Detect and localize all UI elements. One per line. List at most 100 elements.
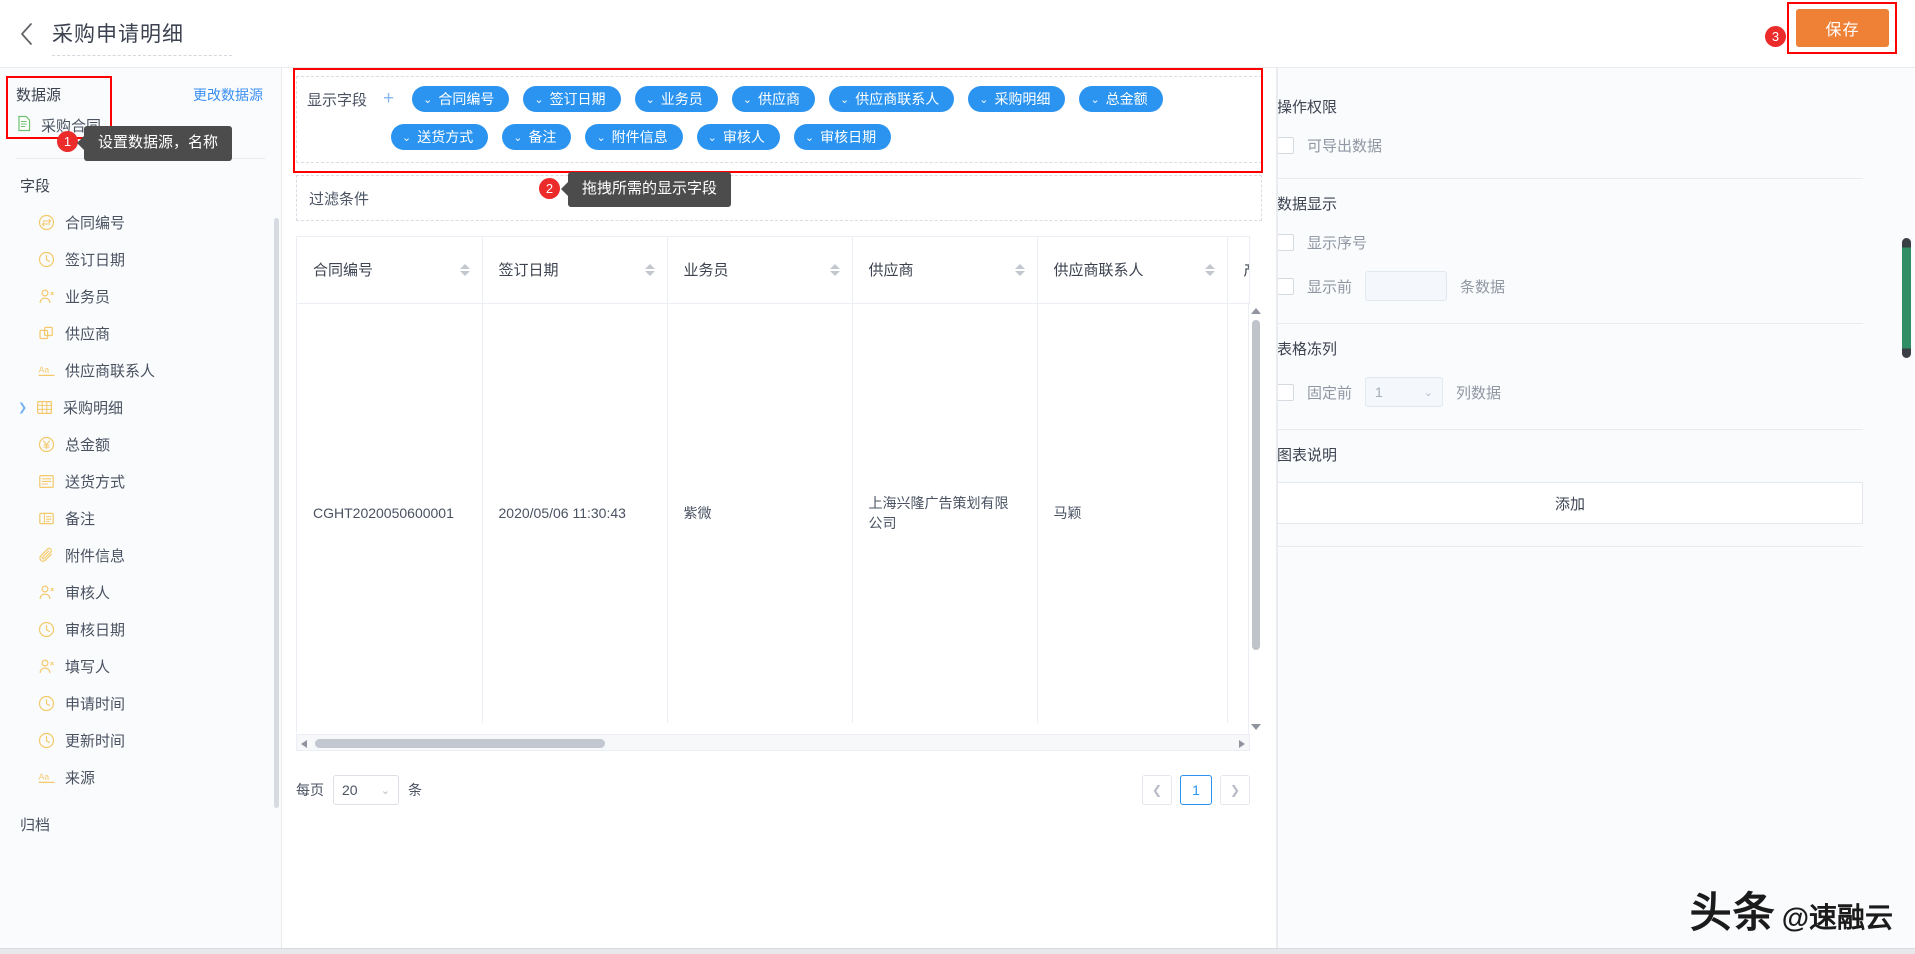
scroll-down-arrow-icon[interactable] <box>1251 724 1261 730</box>
settings-row-label: 显示前 <box>1307 278 1353 296</box>
table-horizontal-scrollbar[interactable] <box>296 734 1250 751</box>
sort-toggle-icon[interactable] <box>459 263 470 276</box>
field-item[interactable]: 供应商 <box>0 315 281 352</box>
field-item[interactable]: 业务员 <box>0 278 281 315</box>
checkbox[interactable] <box>1277 234 1294 251</box>
table-column-header[interactable]: 供应商联系人 <box>1037 237 1228 304</box>
table-vertical-scrollbar[interactable] <box>1248 304 1262 734</box>
display-field-chip[interactable]: ⌄ 签订日期 <box>523 86 621 112</box>
field-item[interactable]: 审核人 <box>0 574 281 611</box>
page-size-select[interactable]: 20 ⌄ <box>333 775 399 805</box>
table-column-header[interactable]: 产 <box>1227 237 1249 304</box>
chevron-down-icon[interactable]: ⌄ <box>646 93 655 106</box>
back-button[interactable] <box>0 0 52 68</box>
chevron-down-icon[interactable]: ⌄ <box>743 93 752 106</box>
sidebar-scrollbar[interactable] <box>274 218 279 808</box>
archived-label: 归档 <box>20 817 51 834</box>
prev-page-button[interactable]: ❮ <box>1142 775 1172 805</box>
field-item-label: 送货方式 <box>65 474 126 491</box>
field-item[interactable]: 更新时间 <box>0 722 281 759</box>
chevron-down-icon[interactable]: ⌄ <box>805 131 814 144</box>
display-field-chip[interactable]: ⌄ 审核人 <box>696 124 780 150</box>
field-list: 合同编号 签订日期 业务员 供应商 Aa 供应商联系人 ❯ 采购明细总金额送货方式备注 附件信息… <box>0 204 281 806</box>
chip-label: 供应商 <box>758 91 800 107</box>
scroll-left-arrow-icon[interactable] <box>301 740 307 748</box>
chevron-down-icon[interactable]: ⌄ <box>979 93 988 106</box>
frozen-columns-select[interactable]: 1 ⌄ <box>1365 377 1444 407</box>
sort-toggle-icon[interactable] <box>1204 263 1215 276</box>
chevron-right-icon[interactable]: ❯ <box>18 401 28 414</box>
chevron-down-icon[interactable]: ⌄ <box>1090 93 1099 106</box>
chevron-down-icon[interactable]: ⌄ <box>534 93 543 106</box>
save-button[interactable]: 保存 <box>1796 9 1889 47</box>
table-column-header[interactable]: 供应商 <box>852 237 1038 304</box>
display-field-chip[interactable]: ⌄ 合同编号 <box>412 86 510 112</box>
display-field-chip[interactable]: ⌄ 备注 <box>502 124 572 150</box>
frozen-columns-value: 1 <box>1375 384 1383 400</box>
display-field-chip[interactable]: ⌄ 送货方式 <box>391 124 489 150</box>
field-item[interactable]: 送货方式 <box>0 463 281 500</box>
next-page-button[interactable]: ❯ <box>1220 775 1250 805</box>
chip-label: 审核日期 <box>820 129 877 145</box>
field-item[interactable]: ❯ 采购明细 <box>0 389 281 426</box>
display-field-chip[interactable]: ⌄ 供应商联系人 <box>829 86 955 112</box>
field-item[interactable]: Aa 来源 <box>0 759 281 796</box>
settings-row-label: 显示序号 <box>1307 235 1368 252</box>
field-item[interactable]: 合同编号 <box>0 204 281 241</box>
field-item-label: 审核日期 <box>65 622 126 639</box>
sort-toggle-icon[interactable] <box>644 263 655 276</box>
change-datasource-link[interactable]: 更改数据源 <box>193 85 263 105</box>
scroll-right-arrow-icon[interactable] <box>1239 740 1245 748</box>
table-column-header[interactable]: 合同编号 <box>297 237 483 304</box>
page-number-1[interactable]: 1 <box>1180 775 1212 805</box>
display-field-chip[interactable]: ⌄ 供应商 <box>731 86 815 112</box>
panel-divider <box>1277 68 1278 954</box>
add-chart-description-button[interactable]: 添加 <box>1277 482 1863 524</box>
field-item[interactable]: 附件信息 <box>0 537 281 574</box>
checkbox[interactable] <box>1277 277 1294 295</box>
chevron-down-icon[interactable]: ⌄ <box>596 131 605 144</box>
checkbox[interactable] <box>1277 383 1294 401</box>
field-item[interactable]: 备注 <box>0 500 281 537</box>
sort-toggle-icon[interactable] <box>829 263 840 276</box>
left-sidebar: 数据源 更改数据源 采购合同 字段 合同编号 签订日期 业务员 供应商 Aa 供应商联系人… <box>0 68 282 954</box>
display-fields-dropzone[interactable]: 显示字段 + ⌄ 合同编号 ⌄ 签订日期 ⌄ 业务员 ⌄ 供应商 ⌄ 供应商联系人 ⌄ 采购明细 ⌄ 总金… <box>296 76 1262 163</box>
display-fields-label: 显示字段 <box>307 91 368 109</box>
field-item[interactable]: Aa 供应商联系人 <box>0 352 281 389</box>
display-field-chip[interactable]: ⌄ 附件信息 <box>585 124 683 150</box>
chevron-down-icon[interactable]: ⌄ <box>513 131 522 144</box>
tooltip-set-datasource: 设置数据源，名称 <box>76 126 233 161</box>
field-item[interactable]: 签订日期 <box>0 241 281 278</box>
chevron-down-icon[interactable]: ⌄ <box>840 93 849 106</box>
table-row[interactable]: CGHT2020050600001 2020/05/06 11:30:43 紫微 上海… <box>297 303 1249 723</box>
sort-toggle-icon[interactable] <box>1014 263 1025 276</box>
display-field-chip[interactable]: ⌄ 业务员 <box>634 86 718 112</box>
display-field-chip[interactable]: ⌄ 审核日期 <box>793 124 892 150</box>
field-item-label: 总金额 <box>65 437 111 454</box>
settings-section-title: 数据显示 <box>1277 196 1338 213</box>
checkbox[interactable] <box>1277 137 1294 154</box>
table-column-header[interactable]: 业务员 <box>667 237 853 304</box>
plus-icon[interactable]: + <box>383 88 394 110</box>
field-item-label: 填写人 <box>65 659 111 676</box>
field-item[interactable]: 总金额 <box>0 426 281 463</box>
chevron-down-icon[interactable]: ⌄ <box>708 131 717 144</box>
chevron-down-icon[interactable]: ⌄ <box>402 131 411 144</box>
chevron-down-icon: ⌄ <box>380 784 390 797</box>
chip-label: 总金额 <box>1105 91 1148 107</box>
table-column-header[interactable]: 签订日期 <box>482 237 668 304</box>
right-panel-scroll-thumb[interactable] <box>1902 238 1911 358</box>
display-field-chip[interactable]: ⌄ 采购明细 <box>968 86 1066 112</box>
field-item[interactable]: 审核日期 <box>0 611 281 648</box>
center-canvas: 显示字段 + ⌄ 合同编号 ⌄ 签订日期 ⌄ 业务员 ⌄ 供应商 ⌄ 供应商联系人 ⌄ 采购明细 ⌄ 总金… <box>282 68 1276 954</box>
chevron-down-icon[interactable]: ⌄ <box>423 93 432 106</box>
scroll-up-arrow-icon[interactable] <box>1251 308 1261 314</box>
vertical-scroll-thumb[interactable] <box>1252 320 1260 650</box>
field-item[interactable]: 申请时间 <box>0 685 281 722</box>
filter-dropzone[interactable]: 过滤条件 <box>296 175 1262 221</box>
svg-text:Aa: Aa <box>39 364 50 374</box>
row-limit-input[interactable] <box>1365 271 1448 301</box>
field-item[interactable]: 填写人 <box>0 648 281 685</box>
horizontal-scroll-thumb[interactable] <box>315 739 605 748</box>
display-field-chip[interactable]: ⌄ 总金额 <box>1079 86 1163 112</box>
